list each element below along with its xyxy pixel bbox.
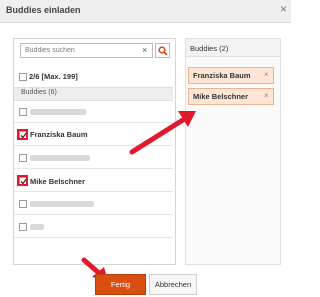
buddies-section-label: Buddies (6) [21, 89, 57, 96]
selection-count: 2/6 [Max. 199] [29, 72, 78, 81]
buddy-checkbox[interactable] [19, 108, 27, 116]
select-all-checkbox[interactable] [19, 73, 27, 81]
chip-label: Mike Belschner [193, 92, 249, 101]
selected-buddies-title: Buddies (2) [190, 44, 229, 53]
blurred-name [30, 155, 90, 161]
search-input[interactable] [20, 43, 153, 58]
remove-chip-icon[interactable]: × [264, 71, 269, 79]
highlight-box [17, 175, 28, 186]
dialog-title: Buddies einladen [6, 5, 81, 15]
blurred-name [30, 201, 94, 207]
buddy-name: Mike Belschner [30, 177, 86, 186]
search-button[interactable] [155, 43, 170, 58]
buddy-name: Franziska Baum [30, 130, 88, 139]
search-clear-icon[interactable]: × [142, 45, 147, 55]
cancel-button[interactable]: Abbrechen [149, 274, 197, 295]
buddy-checkbox[interactable] [19, 154, 27, 162]
buddy-checkbox[interactable] [19, 223, 27, 231]
close-icon[interactable]: × [280, 3, 287, 15]
remove-chip-icon[interactable]: × [264, 92, 269, 100]
blurred-name [30, 224, 44, 230]
highlight-box [17, 129, 28, 140]
red-arrow-icon [129, 111, 196, 155]
blurred-name [30, 109, 86, 115]
done-button[interactable]: Fertig [95, 274, 146, 295]
search-icon [158, 46, 168, 56]
buddy-checkbox[interactable] [19, 200, 27, 208]
chip-label: Franziska Baum [193, 71, 251, 80]
